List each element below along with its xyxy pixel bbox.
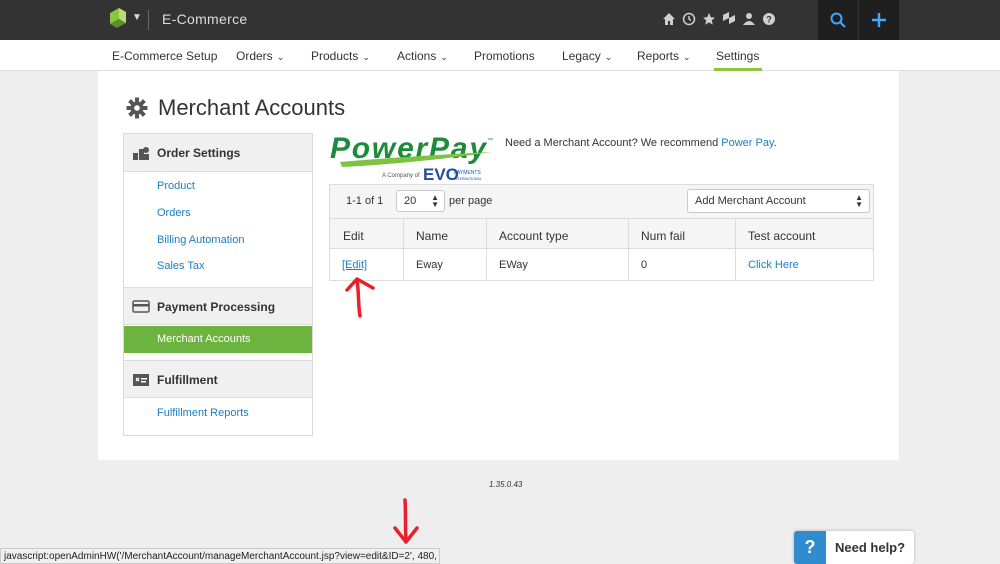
divider (735, 219, 736, 250)
top-icons: ? (662, 11, 776, 27)
divider (486, 249, 487, 280)
sidebar-section-label: Fulfillment (157, 373, 218, 387)
order-settings-icon (133, 147, 149, 160)
top-bar: ▼ E-Commerce ? (0, 0, 1000, 40)
nav-promotions[interactable]: Promotions (474, 49, 535, 63)
divider (486, 219, 487, 250)
divider (735, 249, 736, 280)
question-icon: ? (794, 531, 826, 564)
sidebar-section-order-settings[interactable]: Order Settings (124, 134, 312, 172)
cell-num-fail: 0 (641, 259, 648, 271)
nav-orders-label: Orders (236, 49, 273, 63)
chevron-down-icon: ⌄ (276, 52, 285, 62)
user-icon[interactable] (742, 11, 756, 27)
promo-text: Need a Merchant Account? We recommend (505, 137, 722, 149)
chevron-down-icon[interactable]: ▼ (132, 12, 142, 23)
settings-sidebar: Order Settings Product Orders Billing Au… (123, 133, 313, 436)
sidebar-item-product[interactable]: Product (157, 180, 195, 192)
search-icon (830, 12, 846, 28)
nav-legacy[interactable]: Legacy ⌄ (562, 49, 612, 63)
powerpay-promo-text: Need a Merchant Account? We recommend Po… (505, 137, 777, 149)
fulfillment-icon (133, 374, 149, 386)
puzzle-icon[interactable] (722, 11, 736, 27)
sidebar-item-sales-tax[interactable]: Sales Tax (157, 260, 205, 272)
search-button[interactable] (818, 0, 858, 40)
sidebar-item-merchant-accounts[interactable]: Merchant Accounts (124, 326, 312, 353)
pager-count: 1-1 of 1 (346, 195, 384, 207)
credit-card-icon (132, 300, 150, 313)
need-help-button[interactable]: ? Need help? (794, 531, 914, 564)
nav-ecommerce-setup[interactable]: E-Commerce Setup (112, 49, 217, 63)
sidebar-section-fulfillment[interactable]: Fulfillment (124, 360, 312, 398)
chevron-down-icon: ⌄ (683, 52, 691, 62)
need-help-label: Need help? (835, 540, 906, 555)
nav-settings[interactable]: Settings (716, 49, 759, 63)
nav-products[interactable]: Products ⌄ (311, 49, 370, 63)
sidebar-section-label: Order Settings (157, 146, 241, 160)
sidebar-item-orders[interactable]: Orders (157, 207, 191, 219)
help-icon[interactable]: ? (762, 11, 776, 27)
promo-text-end: . (773, 137, 777, 149)
evo-international-text: INTERNATIONAL (454, 177, 482, 181)
evo-payments-text: PAYMENTS (454, 170, 481, 176)
nav-reports-label: Reports (637, 49, 680, 63)
nav-legacy-label: Legacy (562, 49, 601, 63)
main-nav: E-Commerce Setup Orders ⌄ Products ⌄ Actio… (0, 40, 1000, 71)
cell-name: Eway (416, 259, 443, 271)
chevron-down-icon: ⌄ (362, 52, 370, 62)
powerpay-logo[interactable]: PowerPay ™ A Company of EVO PAYMENTS INT… (330, 130, 495, 182)
powerpay-tm: ™ (487, 137, 493, 144)
gear-icon (126, 97, 148, 119)
divider (403, 249, 404, 280)
divider (628, 249, 629, 280)
page-title: Merchant Accounts (158, 95, 346, 120)
updown-icon: ▲ ▼ (855, 193, 863, 209)
nav-actions-label: Actions (397, 49, 437, 63)
add-merchant-account-select[interactable]: Add Merchant Account ▲ ▼ (687, 189, 870, 213)
sidebar-item-billing-automation[interactable]: Billing Automation (157, 234, 244, 246)
divider (403, 219, 404, 250)
nav-products-label: Products (311, 49, 359, 63)
history-icon[interactable] (682, 11, 696, 27)
column-header-test-account[interactable]: Test account (748, 229, 815, 243)
nav-orders[interactable]: Orders ⌄ (236, 49, 284, 63)
browser-status-bar: javascript:openAdminHW('/MerchantAccount… (0, 548, 440, 564)
updown-icon: ▲ ▼ (431, 193, 439, 209)
chevron-down-icon: ⌄ (604, 52, 613, 62)
per-page-value: 20 (404, 195, 417, 207)
sidebar-section-payment-processing[interactable]: Payment Processing (124, 287, 312, 325)
edit-link[interactable]: [Edit] (342, 259, 367, 271)
column-header-account-type[interactable]: Account type (499, 229, 568, 243)
cell-account-type: EWay (499, 259, 528, 271)
home-icon[interactable] (662, 11, 676, 27)
app-title: E-Commerce (162, 11, 248, 27)
nav-actions[interactable]: Actions ⌄ (397, 49, 448, 63)
table-header: Edit Name Account type Num fail Test acc… (330, 218, 873, 250)
star-icon[interactable] (702, 11, 716, 27)
svg-text:?: ? (766, 15, 772, 25)
powerpay-link[interactable]: Power Pay (721, 137, 773, 149)
column-header-edit[interactable]: Edit (343, 229, 364, 243)
version-number: 1.35.0.43 (489, 480, 523, 489)
per-page-label: per page (449, 195, 493, 207)
table-row: [Edit] Eway EWay 0 Click Here (330, 249, 873, 280)
annotation-arrow-up-icon (345, 277, 375, 318)
add-button[interactable] (859, 0, 899, 40)
annotation-arrow-down-icon (393, 498, 419, 544)
sidebar-item-fulfillment-reports[interactable]: Fulfillment Reports (157, 407, 249, 419)
divider (148, 10, 149, 30)
powerpay-subtitle: A Company of (382, 173, 420, 179)
plus-icon (872, 13, 886, 27)
column-header-num-fail[interactable]: Num fail (641, 229, 685, 243)
column-header-name[interactable]: Name (416, 229, 448, 243)
test-account-link[interactable]: Click Here (748, 259, 799, 271)
sidebar-section-label: Payment Processing (157, 300, 276, 314)
per-page-select[interactable]: 20 ▲ ▼ (396, 190, 445, 212)
nav-reports[interactable]: Reports ⌄ (637, 49, 691, 63)
sidebar-item-label: Merchant Accounts (157, 333, 251, 345)
add-merchant-account-label: Add Merchant Account (695, 195, 806, 207)
chevron-down-icon: ⌄ (440, 52, 448, 62)
app-logo-icon[interactable] (110, 8, 126, 32)
divider (628, 219, 629, 250)
